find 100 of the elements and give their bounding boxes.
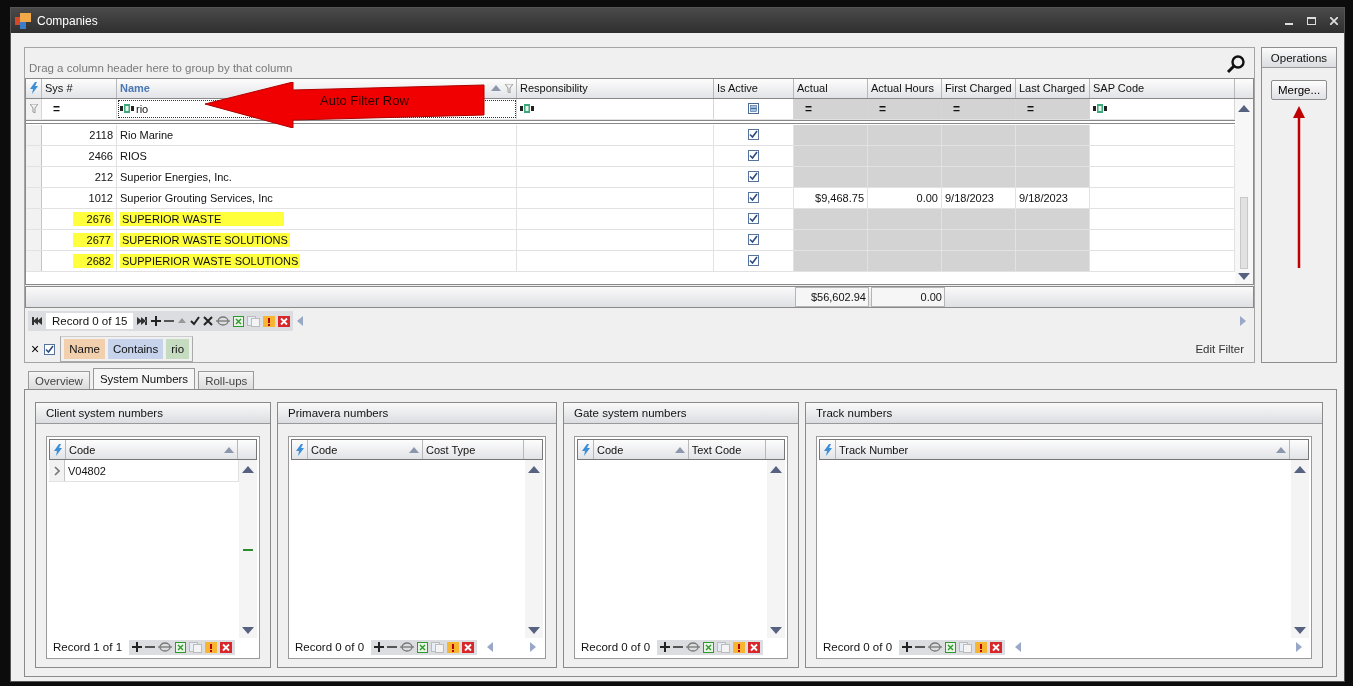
filter-checkbox[interactable] [44,343,56,355]
x-icon[interactable] [203,316,214,326]
tab[interactable]: Overview [28,371,90,389]
plus-icon[interactable] [660,642,671,652]
up-triangle-icon[interactable] [1238,104,1250,112]
warning-icon[interactable] [263,315,276,327]
scroll-thumb[interactable] [243,549,253,551]
checkbox[interactable] [748,129,759,141]
spreadsheet-icon[interactable] [175,641,187,653]
filter-cell[interactable]: rio [120,102,149,115]
panel-title: Operations [1262,48,1336,68]
table-cell: 0.00 [868,187,942,208]
spreadsheet-icon[interactable] [233,315,245,327]
lightning-icon[interactable] [53,443,62,456]
plus-icon[interactable] [374,642,385,652]
chevron-icon [53,465,60,476]
column-header[interactable]: Text Code [688,440,766,459]
down-triangle-icon[interactable] [770,627,782,634]
checkbox-filter-icon [748,103,759,115]
up-triangle-icon[interactable] [770,466,782,473]
column-header[interactable]: Sys # [42,78,117,98]
row-header [26,124,42,145]
spreadsheet-icon[interactable] [945,641,957,653]
column-header[interactable]: Code [594,440,689,459]
down-triangle-icon[interactable] [1294,627,1306,634]
delete-icon[interactable] [462,641,475,653]
table-cell: Superior Energies, Inc. [117,166,517,187]
maximize-icon[interactable] [1307,16,1316,25]
delete-icon[interactable] [278,315,291,327]
chain-icon[interactable] [686,642,701,652]
column-header[interactable]: SAP Code [1090,78,1235,98]
delete-icon[interactable] [748,641,761,653]
checkbox[interactable] [748,171,759,183]
warning-icon[interactable] [733,641,746,653]
down-triangle-icon[interactable] [242,627,254,634]
merge-button[interactable]: Merge... [1270,80,1328,100]
row-header [26,166,42,187]
checkbox[interactable] [748,255,759,267]
close-icon[interactable] [1330,16,1338,25]
lightning-icon[interactable] [581,443,590,456]
column-header[interactable]: First Charged [942,78,1016,98]
tab[interactable]: System Numbers [92,368,196,389]
column-header[interactable]: Responsibility [517,78,714,98]
column-header[interactable]: Last Charged [1016,78,1090,98]
checkbox[interactable] [748,213,759,225]
chain-icon[interactable] [400,642,415,652]
table-cell: SUPPIERIOR WASTE SOLUTIONS [117,250,517,271]
delete-icon[interactable] [220,641,233,653]
column-header[interactable]: Is Active [714,78,794,98]
column-header[interactable]: Code [308,440,423,459]
lightning-icon[interactable] [295,443,304,456]
up-triangle-icon[interactable] [1294,466,1306,473]
column-header[interactable]: Actual [794,78,868,98]
table-cell: 2676 [42,208,117,229]
filter-expression[interactable]: Name Contains rio [60,336,194,362]
checkbox[interactable] [748,234,759,246]
warning-icon[interactable] [205,641,218,653]
warning-icon[interactable] [975,641,988,653]
group-title: Primavera numbers [278,403,556,424]
spreadsheet-icon[interactable] [417,641,429,653]
window-title: Companies [37,13,98,28]
down-triangle-icon[interactable] [528,627,540,634]
spreadsheet-icon[interactable] [703,641,715,653]
filter-cell[interactable] [520,104,534,114]
delete-icon[interactable] [990,641,1003,653]
filter-token[interactable]: Name [64,339,105,359]
lightning-icon[interactable] [29,82,38,95]
skip-first-icon[interactable] [31,316,43,326]
clear-filter-button[interactable]: × [31,341,40,357]
plus-icon[interactable] [151,316,162,326]
filter-token[interactable]: rio [166,339,190,359]
group-title: Gate system numbers [564,403,798,424]
text-filter-icon [120,104,134,114]
up-triangle-icon[interactable] [528,466,540,473]
filter-cell[interactable] [1093,104,1107,114]
row-header [26,250,42,271]
scroll-thumb[interactable] [1240,196,1248,269]
row-header [26,208,42,229]
filter-token[interactable]: Contains [107,339,164,359]
chain-icon[interactable] [928,642,943,652]
table-cell: Superior Grouting Services, Inc [117,187,517,208]
up-triangle-icon[interactable] [242,466,254,473]
skip-last-icon[interactable] [136,316,149,326]
tab[interactable]: Roll-ups [198,371,255,389]
edit-filter-link[interactable]: Edit Filter [1195,343,1248,355]
sort-triangle-icon [674,446,685,453]
plus-icon[interactable] [902,642,913,652]
lightning-icon[interactable] [823,443,832,456]
down-triangle-icon[interactable] [1238,272,1250,280]
warning-icon[interactable] [447,641,460,653]
checkbox[interactable] [748,192,759,204]
chain-icon[interactable] [158,642,173,652]
column-header[interactable]: Cost Type [423,440,524,459]
column-header[interactable]: Actual Hours [868,78,942,98]
filter-cell[interactable]: = [42,98,117,119]
plus-icon[interactable] [132,642,143,652]
checkbox[interactable] [748,150,759,162]
table-cell: 2118 [42,124,117,145]
search-icon[interactable] [1226,53,1246,74]
checkmark-icon[interactable] [190,316,201,326]
